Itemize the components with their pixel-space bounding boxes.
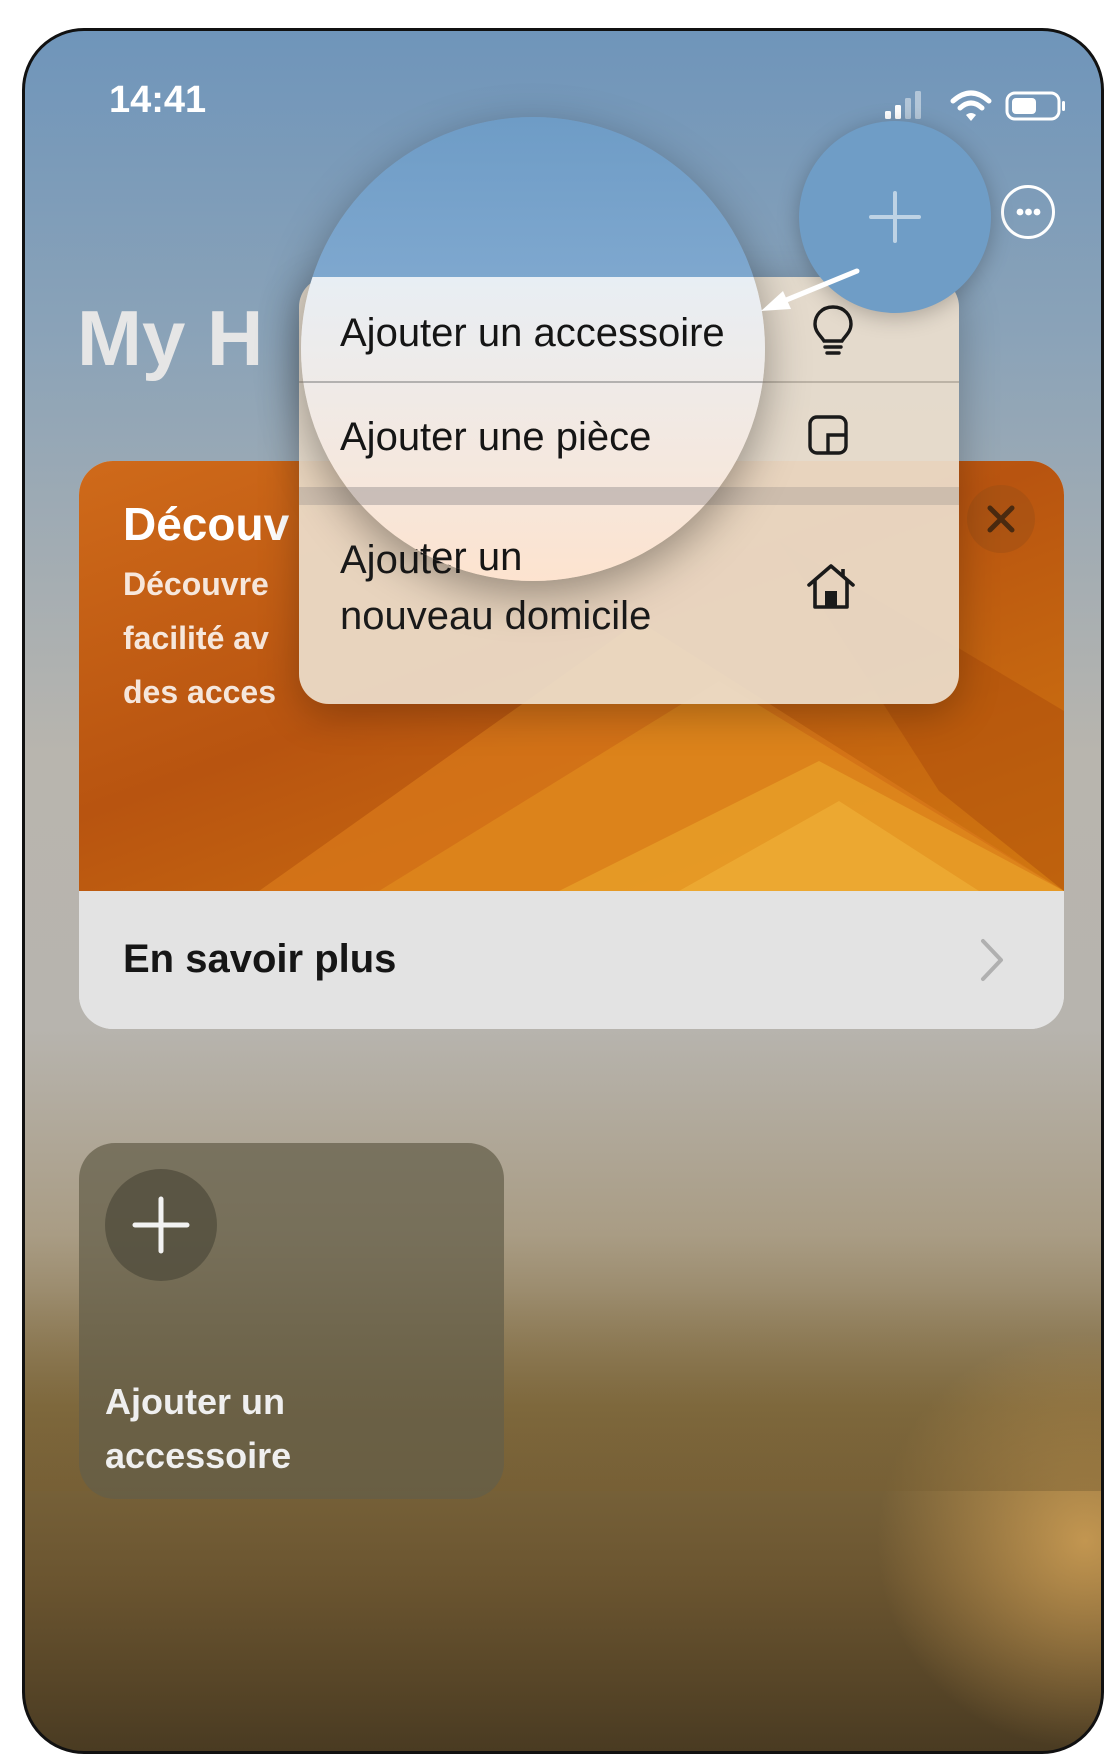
status-time: 14:41 [109, 79, 207, 121]
lens-sky [301, 117, 765, 283]
lens-label-add-room: Ajouter une pièce [340, 415, 652, 459]
house-icon [807, 564, 855, 609]
phone-screen: 14:41 My H Découv Découvre facilité av d… [22, 28, 1104, 1754]
magnifier-lens: Ajouter un accessoire Ajouter une pièce … [301, 117, 765, 581]
lens-menu-zoom: Ajouter un accessoire Ajouter une pièce … [301, 277, 765, 581]
tile-plus-button [105, 1169, 217, 1281]
chevron-right-icon [981, 939, 1003, 981]
pointer-arrow-icon [761, 268, 860, 311]
lens-divider [301, 381, 765, 383]
lens-label-add-accessory: Ajouter un accessoire [340, 311, 725, 355]
learn-more-row[interactable]: En savoir plus [79, 891, 1064, 1029]
plus-icon [132, 1196, 190, 1254]
wifi-icon [950, 90, 992, 121]
cellular-signal-icon [885, 91, 921, 119]
learn-more-label: En savoir plus [123, 937, 397, 981]
add-accessory-tile-label: Ajouter un accessoire [105, 1381, 292, 1476]
lens-label-add-home: Ajouter un [340, 535, 523, 579]
lens-separator [301, 487, 765, 505]
close-icon [987, 505, 1015, 533]
menu-item-label: nouveau domicile [340, 594, 652, 638]
add-accessory-tile[interactable]: Ajouter un accessoire [79, 1143, 504, 1499]
more-button[interactable] [1001, 185, 1055, 239]
page-title: My H [77, 294, 264, 382]
promo-close-button[interactable] [967, 485, 1035, 553]
ellipsis-circle-icon [1016, 208, 1041, 216]
room-icon [808, 415, 848, 455]
battery-icon [1005, 91, 1065, 121]
promo-title: Découv [123, 498, 290, 550]
